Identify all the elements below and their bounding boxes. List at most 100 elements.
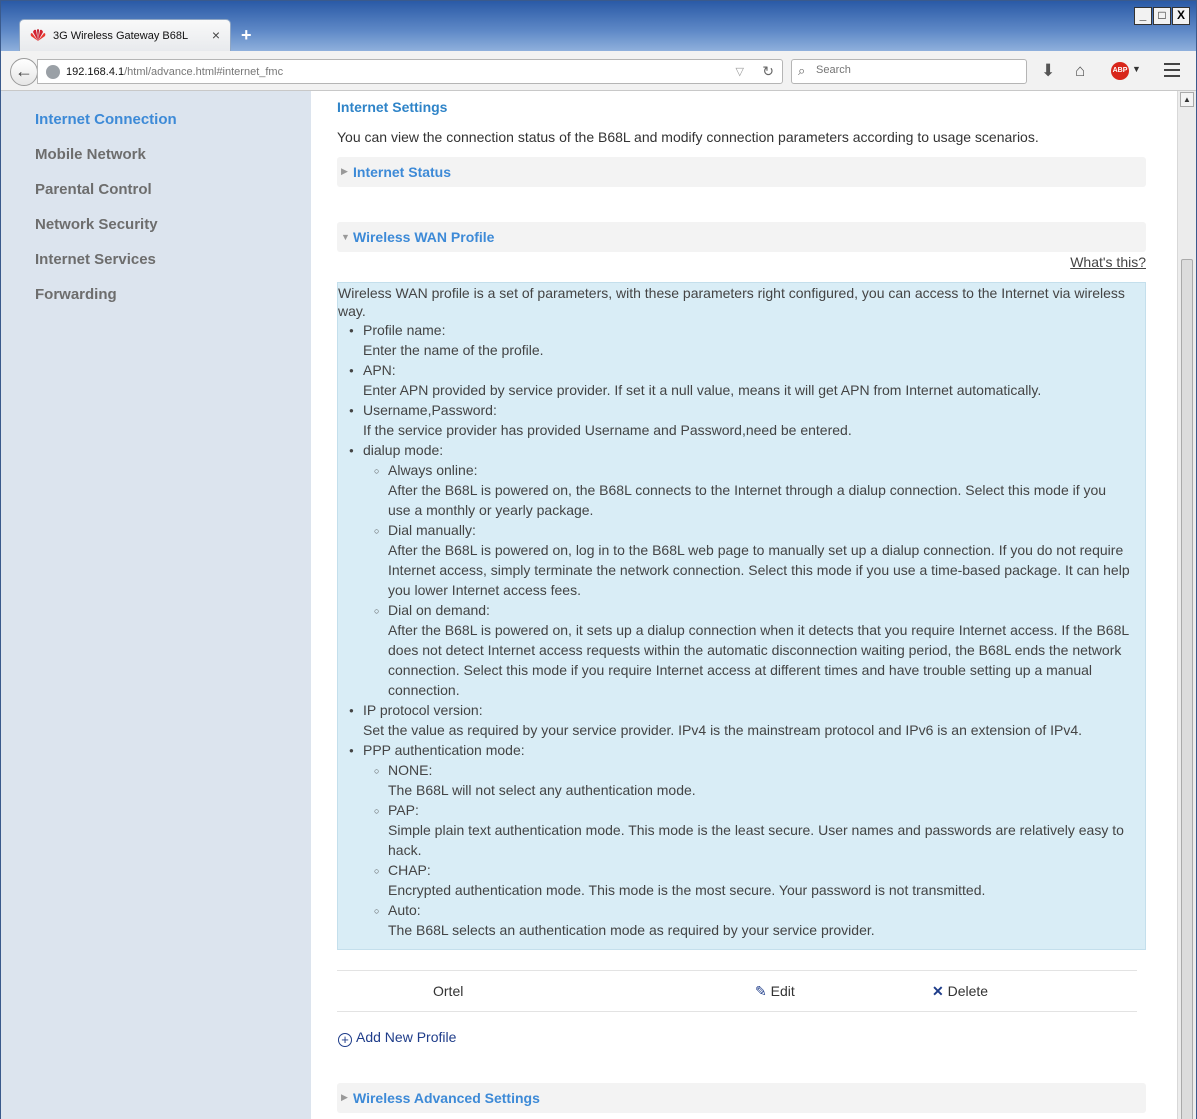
whats-this-link[interactable]: What's this?: [1070, 254, 1146, 270]
bullet-circle: ○: [374, 806, 380, 816]
help-item-title: APN:: [363, 362, 396, 378]
section-label: Internet Status: [353, 164, 452, 180]
help-item-text: The B68L will not select any authenticat…: [388, 782, 696, 798]
new-tab-button[interactable]: +: [241, 25, 252, 46]
home-icon[interactable]: ⌂: [1075, 61, 1085, 81]
help-item-title: NONE:: [388, 762, 433, 778]
section-wireless-wan-profile[interactable]: ▼ Wireless WAN Profile: [337, 222, 1146, 252]
collapse-arrow-icon: ▼: [341, 232, 350, 242]
help-item-title: Dial manually:: [388, 522, 476, 538]
adblock-dropdown-icon[interactable]: ▼: [1132, 64, 1141, 74]
help-item-title: Profile name:: [363, 322, 446, 338]
huawei-logo-icon: [30, 29, 46, 41]
url-text: 192.168.4.1/html/advance.html#internet_f…: [66, 66, 283, 78]
bullet-circle: ○: [374, 466, 380, 476]
help-item-title: Always online:: [388, 462, 478, 478]
help-item-text: Internet access, simply terminate the ne…: [388, 562, 1130, 578]
scroll-thumb[interactable]: [1181, 259, 1193, 1119]
add-new-profile-button[interactable]: + Add New Profile: [338, 1029, 456, 1047]
help-item-title: dialup mode:: [363, 442, 444, 458]
sidebar: Internet Connection Mobile Network Paren…: [1, 91, 311, 1119]
help-item-title: Auto:: [388, 902, 421, 918]
delete-label: Delete: [947, 983, 989, 999]
main-content: Internet Settings You can view the conne…: [311, 91, 1177, 1119]
reload-icon[interactable]: ↻: [762, 63, 774, 80]
bullet-disc: ●: [349, 366, 354, 375]
menu-icon[interactable]: [1164, 63, 1180, 81]
minimize-button[interactable]: _: [1134, 7, 1152, 25]
bullet-circle: ○: [374, 606, 380, 616]
history-dropdown-icon[interactable]: ▽: [736, 65, 744, 78]
sidebar-item-forwarding[interactable]: Forwarding: [35, 286, 117, 303]
adblock-icon[interactable]: ABP: [1111, 62, 1129, 80]
help-item-text: connection.: [388, 682, 460, 698]
bullet-disc: ●: [349, 746, 354, 755]
browser-window: 3G Wireless Gateway B68L × + _ □ X ← 192…: [0, 0, 1197, 1119]
url-path: /html/advance.html#internet_fmc: [124, 66, 284, 78]
search-box[interactable]: ⌕: [791, 59, 1027, 84]
title-bar: 3G Wireless Gateway B68L × + _ □ X: [1, 1, 1196, 51]
help-item-text: If the service provider has provided Use…: [363, 422, 852, 438]
bullet-circle: ○: [374, 526, 380, 536]
help-item-text: Set the value as required by your servic…: [363, 722, 1083, 738]
edit-profile-button[interactable]: ✎ Edit: [755, 983, 795, 1000]
edit-icon: ✎: [755, 983, 767, 999]
address-bar[interactable]: 192.168.4.1/html/advance.html#internet_f…: [37, 59, 783, 84]
add-profile-label: Add New Profile: [356, 1029, 457, 1045]
page-title: Internet Settings: [337, 99, 448, 115]
help-item-title: PAP:: [388, 802, 419, 818]
help-box: Wireless WAN profile is a set of paramet…: [337, 282, 1146, 950]
bullet-disc: ●: [349, 326, 354, 335]
help-item-text: The B68L selects an authentication mode …: [388, 922, 875, 938]
delete-profile-button[interactable]: ✕ Delete: [932, 983, 988, 1000]
sidebar-item-internet-services[interactable]: Internet Services: [35, 251, 156, 268]
expand-arrow-icon: ▶: [341, 1092, 348, 1102]
search-icon: ⌕: [798, 63, 806, 78]
help-item-text: After the B68L is powered on, the B68L c…: [388, 482, 1107, 498]
help-item-title: PPP authentication mode:: [363, 742, 525, 758]
vertical-scrollbar[interactable]: ▲: [1177, 91, 1196, 1119]
help-item-title: Username,Password:: [363, 402, 497, 418]
help-item-text: hack.: [388, 842, 422, 858]
profile-table: Ortel ✎ Edit ✕ Delete: [337, 970, 1137, 1012]
add-icon: +: [338, 1033, 352, 1047]
sidebar-item-internet-connection[interactable]: Internet Connection: [35, 111, 177, 128]
help-item-text: Encrypted authentication mode. This mode…: [388, 882, 986, 898]
profile-name: Ortel: [433, 983, 464, 999]
sidebar-item-network-security[interactable]: Network Security: [35, 216, 158, 233]
section-wireless-advanced-settings[interactable]: ▶ Wireless Advanced Settings: [337, 1083, 1146, 1113]
page-intro: You can view the connection status of th…: [337, 129, 1039, 145]
search-input[interactable]: [816, 64, 1016, 76]
window-controls: _ □ X: [1133, 7, 1190, 25]
maximize-button[interactable]: □: [1153, 7, 1171, 25]
page-viewport: Internet Connection Mobile Network Paren…: [1, 91, 1177, 1119]
section-label: Wireless WAN Profile: [353, 229, 495, 245]
help-item-text: After the B68L is powered on, log in to …: [388, 542, 1124, 558]
help-item-text: Enter APN provided by service provider. …: [363, 382, 1042, 398]
close-window-button[interactable]: X: [1172, 7, 1190, 25]
navigation-toolbar: ← 192.168.4.1/html/advance.html#internet…: [1, 51, 1196, 91]
bullet-disc: ●: [349, 706, 354, 715]
bullet-disc: ●: [349, 406, 354, 415]
sidebar-item-mobile-network[interactable]: Mobile Network: [35, 146, 146, 163]
help-item-text: Simple plain text authentication mode. T…: [388, 822, 1124, 838]
sidebar-item-parental-control[interactable]: Parental Control: [35, 181, 152, 198]
edit-label: Edit: [770, 983, 795, 999]
help-item-title: IP protocol version:: [363, 702, 483, 718]
browser-tab[interactable]: 3G Wireless Gateway B68L ×: [19, 19, 231, 51]
bullet-circle: ○: [374, 866, 380, 876]
bullet-circle: ○: [374, 906, 380, 916]
bullet-disc: ●: [349, 446, 354, 455]
back-button[interactable]: ←: [10, 58, 38, 86]
help-item-text: use a monthly or yearly package.: [388, 502, 594, 518]
globe-icon: [46, 65, 60, 79]
expand-arrow-icon: ▶: [341, 166, 348, 176]
section-internet-status[interactable]: ▶ Internet Status: [337, 157, 1146, 187]
scroll-up-icon[interactable]: ▲: [1180, 92, 1194, 107]
download-icon[interactable]: ⬇: [1041, 61, 1055, 81]
tab-close-icon[interactable]: ×: [212, 27, 220, 43]
help-item-text: you lower Internet access fees.: [388, 582, 581, 598]
help-description: Wireless WAN profile is a set of paramet…: [338, 285, 1125, 319]
help-item-title: CHAP:: [388, 862, 431, 878]
bullet-circle: ○: [374, 766, 380, 776]
